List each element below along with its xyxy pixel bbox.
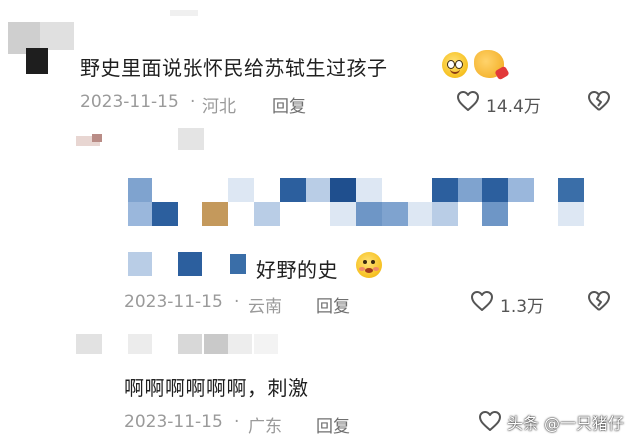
like-heart-icon[interactable] bbox=[478, 410, 502, 432]
dislike-broken-heart-icon[interactable] bbox=[586, 90, 612, 112]
like-count: 14.4万 bbox=[486, 97, 541, 117]
reply-button[interactable]: 回复 bbox=[316, 412, 350, 437]
dislike-broken-heart-icon[interactable] bbox=[586, 290, 612, 312]
comment-date: 2023-11-15 bbox=[124, 292, 223, 312]
watermark: 头条 @一只猪仔 bbox=[507, 410, 624, 434]
avatar-pixel bbox=[76, 334, 102, 354]
avatar-pixel bbox=[92, 134, 102, 142]
comment-text: 啊啊啊啊啊啊，刺激 bbox=[124, 376, 309, 400]
smile-emoji bbox=[442, 52, 468, 78]
like-heart-icon[interactable] bbox=[470, 290, 494, 312]
comment-text: 野史里面说张怀民给苏轼生过孩子 bbox=[80, 56, 388, 80]
watermark-handle: @一只猪仔 bbox=[543, 414, 624, 433]
meta-separator: · bbox=[234, 292, 240, 312]
comment-location: 河北 bbox=[202, 97, 236, 117]
comment-date: 2023-11-15 bbox=[124, 412, 223, 432]
worried-emoji bbox=[356, 252, 382, 278]
comment-location: 广东 bbox=[248, 417, 282, 437]
meta-separator: · bbox=[234, 412, 240, 432]
username-mosaic bbox=[170, 10, 198, 16]
username-mosaic bbox=[178, 128, 204, 150]
reply-button[interactable]: 回复 bbox=[272, 92, 306, 117]
comment-text: 好野的史 bbox=[256, 258, 338, 282]
hand-emoji bbox=[474, 50, 510, 81]
like-heart-icon[interactable] bbox=[456, 90, 480, 112]
comment-date: 2023-11-15 bbox=[80, 92, 179, 112]
like-count: 1.3万 bbox=[500, 297, 545, 317]
meta-separator: · bbox=[190, 92, 196, 112]
watermark-prefix: 头条 bbox=[506, 414, 539, 433]
comment-location: 云南 bbox=[248, 297, 282, 317]
avatar-pixel bbox=[40, 22, 74, 50]
reply-button[interactable]: 回复 bbox=[316, 292, 350, 317]
avatar-pixel bbox=[26, 48, 48, 74]
